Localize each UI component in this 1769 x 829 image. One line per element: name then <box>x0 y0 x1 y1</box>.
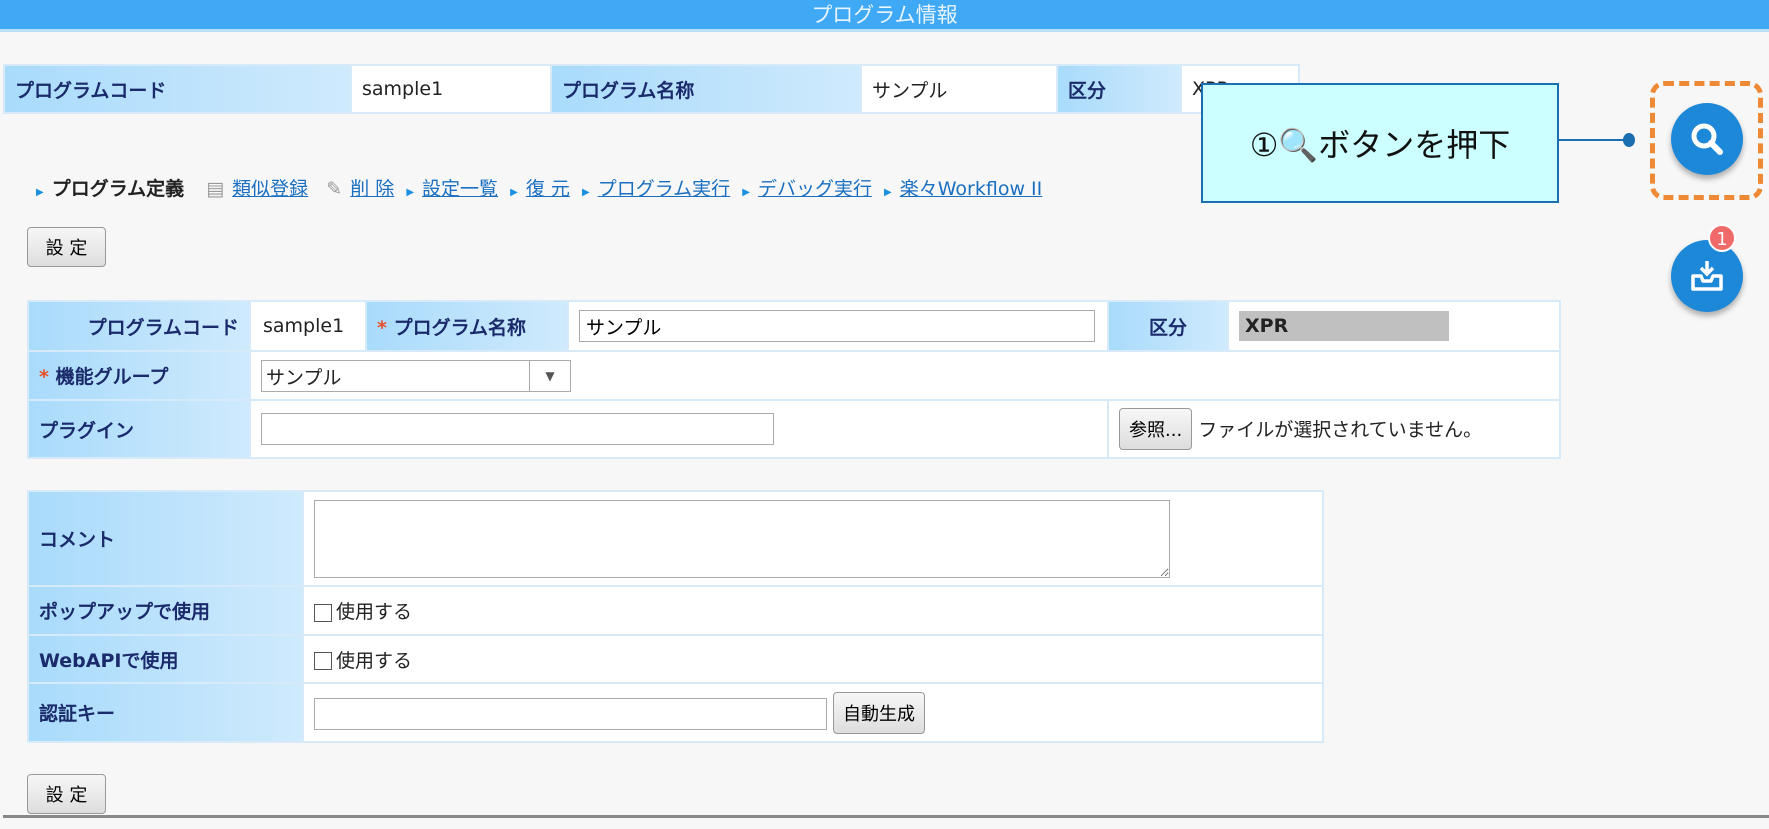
page-header: プログラム情報 <box>0 0 1769 32</box>
link-delete[interactable]: 削 除 <box>350 178 394 200</box>
comment-label: コメント <box>27 490 304 587</box>
link-settings-list[interactable]: 設定一覧 <box>422 178 498 200</box>
required-mark: * <box>39 366 49 388</box>
inbox-badge: 1 <box>1708 224 1736 252</box>
kubun-value: XPR <box>1239 311 1449 341</box>
search-icon <box>1691 123 1723 155</box>
triangle-icon: ▶ <box>884 187 892 198</box>
webapi-label: WebAPIで使用 <box>27 634 304 684</box>
kubun-label: 区分 <box>1107 300 1229 352</box>
settei-button-top[interactable]: 設 定 <box>27 227 106 267</box>
connector-dot <box>1623 133 1635 147</box>
inbox-button[interactable] <box>1671 240 1743 312</box>
callout-connector <box>1559 139 1628 141</box>
code-label: プログラムコード <box>27 300 251 352</box>
triangle-icon: ▶ <box>742 187 750 198</box>
triangle-icon: ▶ <box>406 187 415 198</box>
link-workflow[interactable]: 楽々Workflow II <box>900 178 1043 200</box>
summary-kubun-label: 区分 <box>1056 64 1182 114</box>
link-run-program[interactable]: プログラム実行 <box>598 178 730 200</box>
webapi-check-label: 使用する <box>336 649 413 672</box>
group-select-value: サンプル <box>262 360 530 391</box>
bottom-divider <box>3 815 1769 818</box>
search-button[interactable] <box>1671 103 1743 175</box>
triangle-icon: ▶ <box>510 187 518 198</box>
plugin-label: プラグイン <box>27 399 251 459</box>
summary-table: プログラムコード sample1 プログラム名称 サンプル 区分 XPR <box>3 64 1300 114</box>
link-similar-register[interactable]: 類似登録 <box>232 178 308 200</box>
popup-checkbox[interactable] <box>314 603 332 622</box>
group-label: 機能グループ <box>55 366 169 388</box>
summary-code-value: sample1 <box>350 64 552 114</box>
options-form-table: コメント ポップアップで使用 使用する WebAPIで使用 使用する 認証キー … <box>27 490 1324 743</box>
authkey-input[interactable] <box>314 698 827 730</box>
autogen-button[interactable]: 自動生成 <box>833 691 926 734</box>
popup-check-label: 使用する <box>336 601 413 623</box>
authkey-label: 認証キー <box>27 682 304 743</box>
link-restore[interactable]: 復 元 <box>526 178 570 200</box>
group-select[interactable]: サンプル ▼ <box>261 359 571 392</box>
action-links: ▶ プログラム定義 ▤ 類似登録 ✎ 削 除 ▶ 設定一覧 ▶ 復 元 ▶ プログラム実行 … <box>36 174 1042 201</box>
page-title: プログラム情報 <box>811 3 958 27</box>
triangle-icon: ▶ <box>36 187 44 198</box>
comment-textarea[interactable] <box>314 499 1170 578</box>
link-debug-run[interactable]: デバッグ実行 <box>758 178 872 200</box>
copy-icon: ▤ <box>206 178 225 200</box>
triangle-icon: ▶ <box>582 187 590 198</box>
required-mark: * <box>377 316 387 339</box>
code-value: sample1 <box>249 300 367 352</box>
plugin-input[interactable] <box>261 413 774 445</box>
callout-annotation: ①🔍ボタンを押下 <box>1201 83 1559 203</box>
delete-icon: ✎ <box>326 178 343 200</box>
browse-button[interactable]: 参照... <box>1119 408 1193 450</box>
summary-name-value: サンプル <box>860 64 1058 114</box>
link-current: プログラム定義 <box>51 178 185 200</box>
chevron-down-icon[interactable]: ▼ <box>530 361 570 391</box>
popup-label: ポップアップで使用 <box>27 585 304 636</box>
program-form-table: プログラムコード sample1 * プログラム名称 区分 XPR * 機能グル… <box>27 300 1561 459</box>
webapi-checkbox[interactable] <box>314 652 332 670</box>
inbox-download-icon <box>1691 261 1723 291</box>
settei-button-bottom[interactable]: 設 定 <box>27 774 106 814</box>
file-status: ファイルが選択されていません。 <box>1198 419 1483 441</box>
program-name-input[interactable] <box>579 310 1095 342</box>
callout-text: ①🔍ボタンを押下 <box>1249 126 1511 164</box>
summary-name-label: プログラム名称 <box>550 64 862 114</box>
name-label: プログラム名称 <box>393 316 526 339</box>
summary-code-label: プログラムコード <box>3 64 352 114</box>
